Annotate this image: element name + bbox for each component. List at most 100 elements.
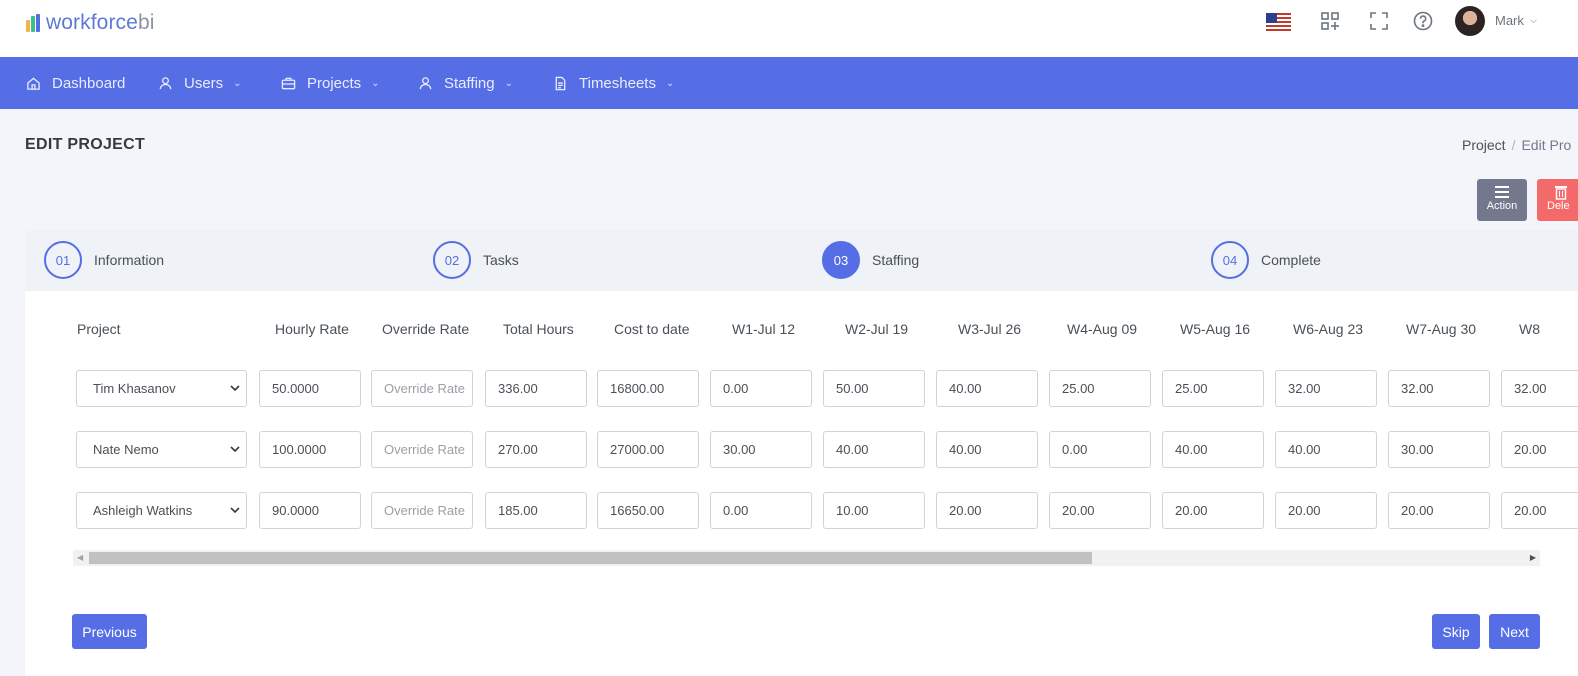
us-flag-icon[interactable] [1266,13,1291,31]
chevron-down-icon: ⌄ [371,77,380,89]
nav-item-staffing[interactable]: Staffing ⌄ [418,57,513,109]
week-hours-input[interactable]: 25.00 [1049,370,1151,407]
hourly-rate-input[interactable]: 50.0000 [259,370,361,407]
step-number: 04 [1211,241,1249,279]
chevron-down-icon [230,446,240,453]
step-staffing[interactable]: 03 Staffing [822,241,919,279]
action-label: Action [1486,200,1518,212]
column-header: W5-Aug 16 [1180,321,1251,337]
chevron-down-icon: ⌄ [233,77,242,89]
override-rate-input-value: Override Rate [384,442,465,457]
week-hours-input[interactable]: 20.00 [1388,492,1490,529]
step-complete[interactable]: 04 Complete [1211,241,1321,279]
menu-icon [1495,186,1509,198]
week-hours-input[interactable]: 20.00 [936,492,1038,529]
employee-select[interactable]: Tim Khasanov [76,370,247,407]
nav-item-dashboard[interactable]: Dashboard [26,57,125,109]
week-hours-input[interactable]: 32.00 [1275,370,1377,407]
delete-button[interactable]: Dele [1537,179,1578,221]
logo-icon [26,14,42,32]
column-header: W1-Jul 12 [732,321,796,337]
cost-to-date-input[interactable]: 27000.00 [597,431,699,468]
nav-item-projects[interactable]: Projects ⌄ [281,57,380,109]
week-hours-input[interactable]: 50.00 [823,370,925,407]
week-hours-input[interactable]: 20.00 [1501,492,1578,529]
week-hours-input-value: 30.00 [723,442,756,457]
avatar[interactable] [1455,6,1485,36]
week-hours-input[interactable]: 32.00 [1501,370,1578,407]
chevron-down-icon: ⌄ [665,77,675,89]
column-header: W4-Aug 09 [1067,321,1138,337]
week-hours-input-value: 20.00 [1514,503,1547,518]
week-hours-input-value: 40.00 [1175,442,1208,457]
help-icon[interactable] [1412,10,1434,32]
total-hours-input[interactable]: 185.00 [485,492,587,529]
step-information[interactable]: 01 Information [44,241,164,279]
total-hours-input-value: 336.00 [498,381,538,396]
scroll-left-icon[interactable]: ◀ [77,553,83,562]
cost-to-date-input[interactable]: 16650.00 [597,492,699,529]
week-hours-input[interactable]: 40.00 [1162,431,1264,468]
column-header: Project [77,321,121,337]
week-hours-input[interactable]: 20.00 [1501,431,1578,468]
week-hours-input[interactable]: 20.00 [1162,492,1264,529]
user-icon [159,76,172,89]
week-hours-input[interactable]: 40.00 [1275,431,1377,468]
employee-select[interactable]: Ashleigh Watkins [76,492,247,529]
brand-logo[interactable]: workforcebi [26,10,154,36]
column-header: Override Rate [382,321,470,337]
week-hours-input[interactable]: 0.00 [710,370,812,407]
document-icon [555,76,566,90]
week-hours-input[interactable]: 40.00 [936,370,1038,407]
employee-select[interactable]: Nate Nemo [76,431,247,468]
week-hours-input-value: 0.00 [1062,442,1088,457]
brand-name: workforcebi [46,11,155,34]
apps-add-icon[interactable] [1319,10,1341,32]
user-name[interactable]: Mark [1495,13,1524,28]
scroll-right-icon[interactable]: ▶ [1530,553,1536,562]
nav-item-users[interactable]: Users ⌄ [158,57,242,109]
total-hours-input[interactable]: 336.00 [485,370,587,407]
week-hours-input[interactable]: 0.00 [710,492,812,529]
hourly-rate-input-value: 100.0000 [272,442,327,457]
total-hours-input[interactable]: 270.00 [485,431,587,468]
week-hours-input-value: 25.00 [1062,381,1095,396]
skip-button[interactable]: Skip [1432,614,1480,649]
hourly-rate-input[interactable]: 100.0000 [259,431,361,468]
week-hours-input[interactable]: 20.00 [1275,492,1377,529]
override-rate-input[interactable]: Override Rate [371,370,473,407]
wizard-card: 01 Information 02 Tasks 03 Staffing 04 C… [25,230,1578,676]
week-hours-input-value: 32.00 [1288,381,1321,396]
breadcrumb-project[interactable]: Project [1462,137,1506,153]
week-hours-input[interactable]: 0.00 [1049,431,1151,468]
week-hours-input[interactable]: 40.00 [936,431,1038,468]
hourly-rate-input-value: 50.0000 [272,381,319,396]
week-hours-input[interactable]: 30.00 [1388,431,1490,468]
override-rate-input[interactable]: Override Rate [371,492,473,529]
previous-button[interactable]: Previous [72,614,147,649]
step-tasks[interactable]: 02 Tasks [433,241,519,279]
horizontal-scrollbar[interactable]: ◀ ▶ [73,550,1540,566]
week-hours-input-value: 20.00 [949,503,982,518]
column-header: Cost to date [614,321,690,337]
action-button[interactable]: Action [1477,179,1527,221]
week-hours-input[interactable]: 25.00 [1162,370,1264,407]
override-rate-input[interactable]: Override Rate [371,431,473,468]
briefcase-icon [281,77,296,89]
week-hours-input[interactable]: 20.00 [1049,492,1151,529]
fullscreen-icon[interactable] [1368,10,1390,32]
scrollbar-thumb[interactable] [89,552,1092,564]
chevron-down-icon [230,385,240,392]
week-hours-input[interactable]: 40.00 [823,431,925,468]
week-hours-input-value: 40.00 [949,381,982,396]
week-hours-input[interactable]: 32.00 [1388,370,1490,407]
chevron-down-icon[interactable]: ⌵ [1530,15,1537,26]
next-button[interactable]: Next [1489,614,1540,649]
week-hours-input[interactable]: 30.00 [710,431,812,468]
week-hours-input[interactable]: 10.00 [823,492,925,529]
chevron-down-icon: ⌄ [504,77,513,89]
cost-to-date-input[interactable]: 16800.00 [597,370,699,407]
hourly-rate-input[interactable]: 90.0000 [259,492,361,529]
nav-item-timesheets[interactable]: Timesheets ⌄ [553,57,674,109]
step-number: 01 [44,241,82,279]
